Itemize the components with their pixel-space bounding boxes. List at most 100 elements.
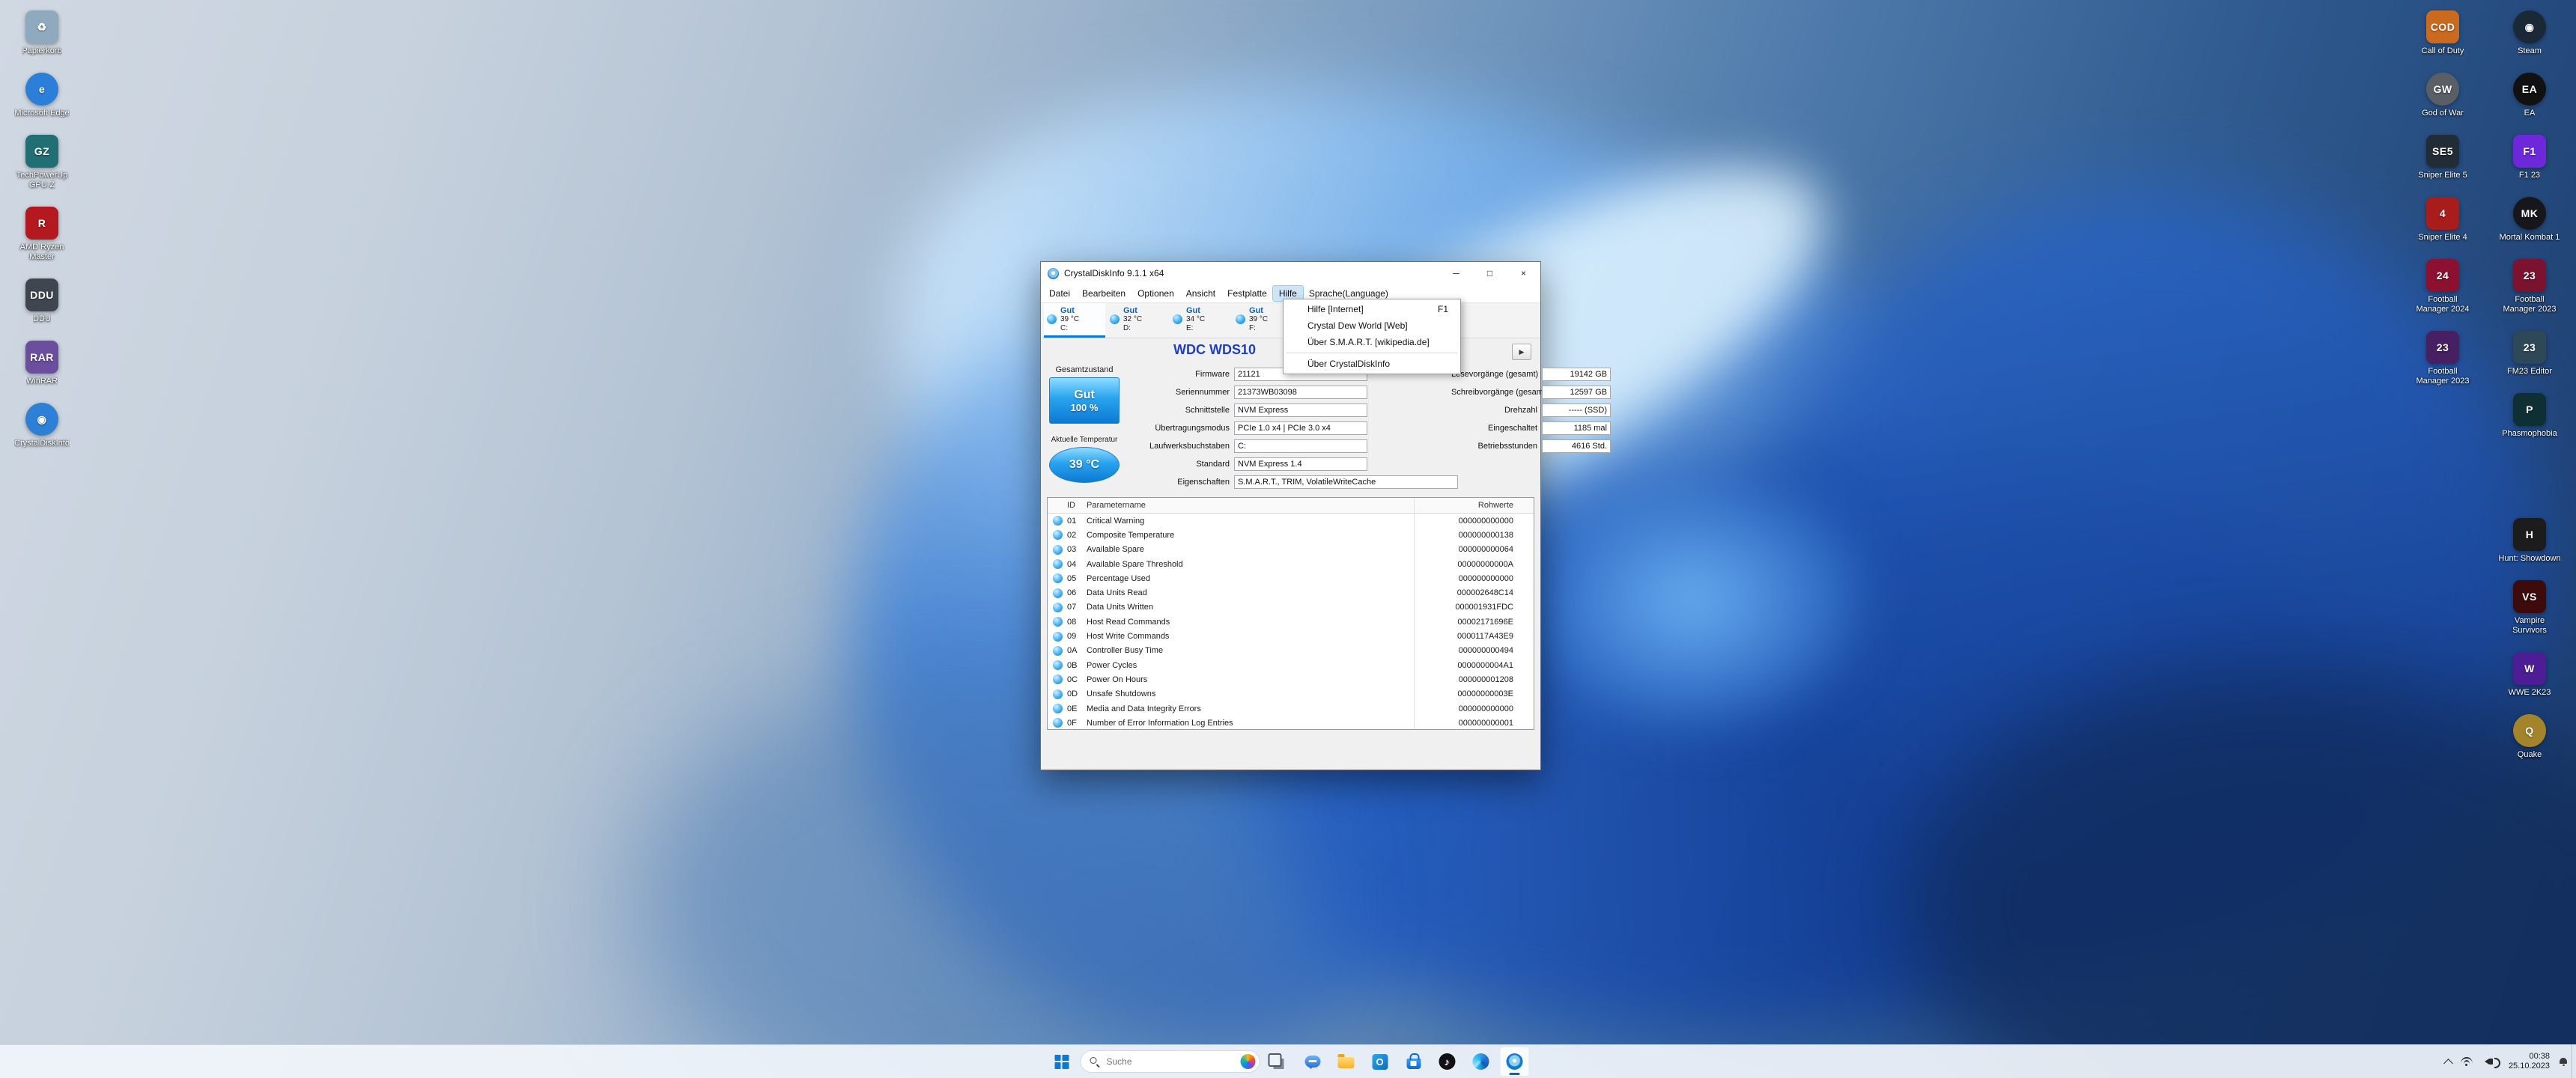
microsoft-store[interactable] xyxy=(1399,1047,1429,1077)
desktop-icon[interactable]: VS Vampire Survivors xyxy=(2498,580,2561,636)
crystaldiskinfo[interactable] xyxy=(1500,1047,1530,1077)
desktop-icon[interactable]: ♻ Papierkorb xyxy=(10,10,73,56)
desktop-icon[interactable]: P Phasmophobia xyxy=(2498,393,2561,439)
edge[interactable] xyxy=(1466,1047,1496,1077)
disk-letter: C: xyxy=(1060,324,1079,333)
desktop-icon[interactable]: SE5 Sniper Elite 5 xyxy=(2411,135,2474,180)
app-icon: MK xyxy=(2513,197,2546,230)
menu-item[interactable]: Bearbeiten xyxy=(1076,286,1131,301)
search-box[interactable] xyxy=(1081,1050,1260,1073)
desktop-icon[interactable]: DDU DDU xyxy=(10,278,73,324)
start-button[interactable] xyxy=(1047,1047,1077,1077)
volume-icon[interactable] xyxy=(2482,1057,2500,1066)
smart-row[interactable]: 0B Power Cycles 0000000004A1 xyxy=(1048,658,1534,672)
title-bar[interactable]: CrystalDiskInfo 9.1.1 x64 ─ □ × xyxy=(1041,262,1540,284)
wifi-icon[interactable] xyxy=(2461,1057,2473,1066)
minimize-button[interactable]: ─ xyxy=(1439,262,1473,284)
app-icon: R xyxy=(25,207,58,240)
smart-row[interactable]: 04 Available Spare Threshold 00000000000… xyxy=(1048,557,1534,571)
desktop-icon[interactable]: EA EA xyxy=(2498,73,2561,118)
desktop-icon[interactable]: 24 Football Manager 2024 xyxy=(2411,259,2474,314)
task-view[interactable] xyxy=(1264,1047,1294,1077)
desktop-icon[interactable]: ◉ Steam xyxy=(2498,10,2561,56)
smart-row[interactable]: 01 Critical Warning 000000000000 xyxy=(1048,514,1534,528)
menu-item[interactable]: Crystal Dew World [Web] xyxy=(1285,317,1459,334)
desktop-icon-label: F1 23 xyxy=(2519,171,2540,180)
smart-row[interactable]: 0A Controller Busy Time 000000000494 xyxy=(1048,644,1534,658)
smart-name: Data Units Read xyxy=(1087,588,1414,597)
smart-name: Media and Data Integrity Errors xyxy=(1087,704,1414,713)
desktop-icon-label: FM23 Editor xyxy=(2507,367,2552,377)
desktop-icon[interactable]: R AMD Ryzen Master xyxy=(10,207,73,262)
outlook[interactable] xyxy=(1365,1047,1395,1077)
desktop-icon[interactable]: W WWE 2K23 xyxy=(2498,652,2561,698)
smart-row[interactable]: 09 Host Write Commands 0000117A43E9 xyxy=(1048,629,1534,643)
smart-row[interactable]: 08 Host Read Commands 00002171696E xyxy=(1048,615,1534,629)
smart-row[interactable]: 0D Unsafe Shutdowns 00000000003E xyxy=(1048,687,1534,701)
desktop-icon-label: Vampire Survivors xyxy=(2498,616,2561,636)
field-label: Betriebsstunden xyxy=(1451,442,1542,451)
desktop-icon[interactable]: 23 Football Manager 2023 xyxy=(2498,259,2561,314)
desktop-icon[interactable]: RAR WinRAR xyxy=(10,341,73,386)
desktop-icon[interactable]: H Hunt: Showdown xyxy=(2498,518,2561,564)
search-input[interactable] xyxy=(1105,1056,1235,1068)
desktop-icon[interactable]: 23 FM23 Editor xyxy=(2498,331,2561,377)
desktop-icon-label: Football Manager 2023 xyxy=(2411,367,2474,386)
desktop-icon[interactable]: F1 F1 23 xyxy=(2498,135,2561,180)
smart-table-body: 01 Critical Warning 000000000000 02 Comp… xyxy=(1048,514,1534,730)
disk-tab[interactable]: Gut 34 °C E: xyxy=(1170,303,1231,338)
desktop-icon[interactable]: COD Call of Duty xyxy=(2411,10,2474,56)
smart-row[interactable]: 0E Media and Data Integrity Errors 00000… xyxy=(1048,701,1534,716)
desktop-icon[interactable]: 4 Sniper Elite 4 xyxy=(2411,197,2474,243)
desktop-icon[interactable]: e Microsoft Edge xyxy=(10,73,73,118)
smart-row[interactable]: 02 Composite Temperature 000000000138 xyxy=(1048,528,1534,542)
menu-item[interactable]: Ansicht xyxy=(1180,286,1221,301)
desktop-icons-right-outer: ◉ Steam EA EA F1 F1 23 MK Mortal Kombat … xyxy=(2498,10,2561,760)
smart-row[interactable]: 0F Number of Error Information Log Entri… xyxy=(1048,716,1534,730)
menu-item[interactable]: Über S.M.A.R.T. [wikipedia.de] xyxy=(1285,334,1459,350)
teams-chat[interactable] xyxy=(1298,1047,1328,1077)
smart-id: 05 xyxy=(1067,574,1087,583)
tiktok[interactable] xyxy=(1433,1047,1462,1077)
menu-item[interactable]: Festplatte xyxy=(1221,286,1273,301)
file-explorer[interactable] xyxy=(1331,1047,1361,1077)
field-value: C: xyxy=(1234,439,1367,453)
menu-item[interactable]: Über CrystalDiskInfo xyxy=(1285,356,1459,372)
hidden-icons-chevron[interactable] xyxy=(2443,1059,2453,1068)
desktop-icon-label: Mortal Kombat 1 xyxy=(2500,233,2560,243)
smart-row[interactable]: 03 Available Spare 000000000064 xyxy=(1048,543,1534,557)
status-dot-icon xyxy=(1053,617,1063,627)
smart-row[interactable]: 07 Data Units Written 000001931FDC xyxy=(1048,600,1534,615)
disk-tab[interactable]: Gut 39 °C C: xyxy=(1044,303,1105,338)
desktop-icon-label: DDU xyxy=(33,314,51,324)
desktop-icon[interactable]: GW God of War xyxy=(2411,73,2474,118)
smart-raw: 0000000004A1 xyxy=(1414,658,1534,672)
search-highlights-icon xyxy=(1241,1054,1256,1069)
show-desktop-button[interactable] xyxy=(2572,1045,2576,1078)
close-button[interactable]: × xyxy=(1507,262,1540,284)
health-panel: Gesamtzustand Gut 100 % Aktuelle Tempera… xyxy=(1047,365,1122,483)
next-disk-button[interactable]: ▶ xyxy=(1512,344,1531,360)
field-value: PCIe 1.0 x4 | PCIe 3.0 x4 xyxy=(1234,421,1367,435)
maximize-button[interactable]: □ xyxy=(1473,262,1507,284)
smart-row[interactable]: 05 Percentage Used 000000000000 xyxy=(1048,571,1534,585)
notification-bell-icon[interactable] xyxy=(2559,1057,2569,1067)
desktop-icon[interactable]: MK Mortal Kombat 1 xyxy=(2498,197,2561,243)
app-icon: GZ xyxy=(25,135,58,168)
menu-item[interactable]: Datei xyxy=(1043,286,1076,301)
disk-status: Gut xyxy=(1123,306,1142,315)
disk-tab[interactable]: Gut 32 °C D: xyxy=(1107,303,1168,338)
smart-raw: 00000000003E xyxy=(1414,687,1534,701)
menu-item[interactable]: Hilfe [Internet] F1 xyxy=(1285,301,1459,317)
field-label: Firmware xyxy=(1125,370,1234,379)
desktop-icon[interactable]: Q Quake xyxy=(2498,714,2561,760)
smart-row[interactable]: 06 Data Units Read 000002648C14 xyxy=(1048,585,1534,600)
smart-row[interactable]: 0C Power On Hours 000000001208 xyxy=(1048,672,1534,686)
desktop-icon[interactable]: ◉ CrystalDiskInfo xyxy=(10,403,73,448)
desktop-icon[interactable]: GZ TechPowerUp GPU-Z xyxy=(10,135,73,190)
app-icon: 4 xyxy=(2426,197,2459,230)
clock[interactable]: 00:38 25.10.2023 xyxy=(2509,1052,2550,1071)
desktop-icon[interactable]: 23 Football Manager 2023 xyxy=(2411,331,2474,386)
field-value: 19142 GB xyxy=(1542,368,1611,381)
menu-item[interactable]: Optionen xyxy=(1131,286,1180,301)
